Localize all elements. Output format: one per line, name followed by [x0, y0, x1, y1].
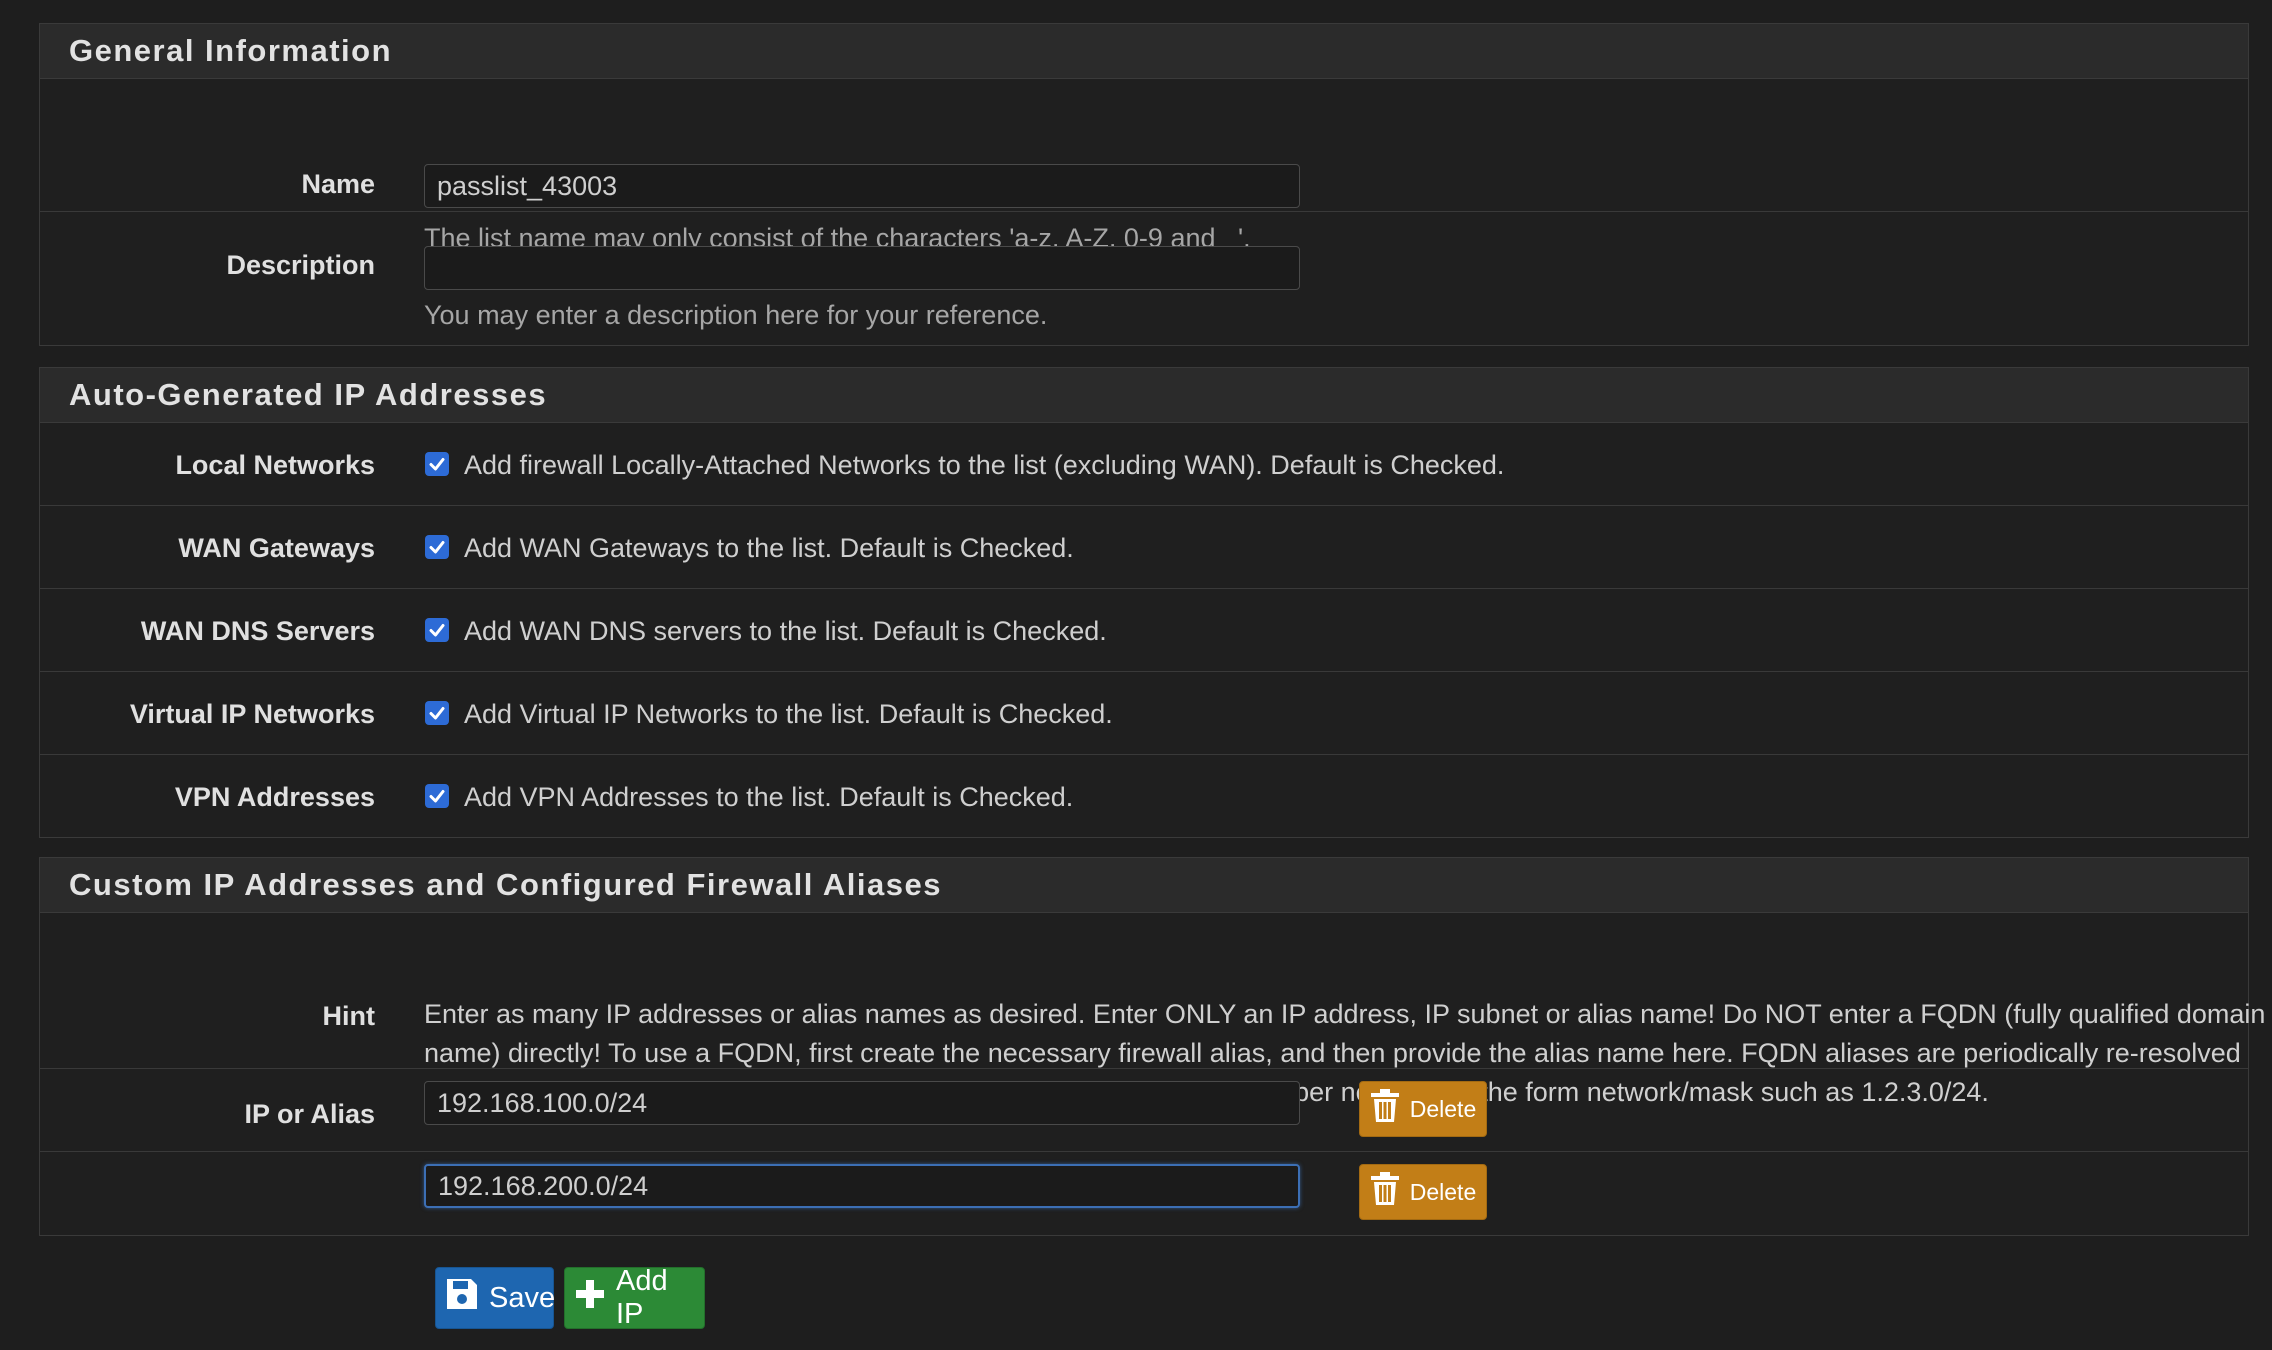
- panel-title-custom: Custom IP Addresses and Configured Firew…: [40, 858, 2248, 913]
- auto-row: Virtual IP Networks Add Virtual IP Networ…: [40, 672, 2248, 755]
- add-ip-button[interactable]: Add IP: [564, 1265, 705, 1330]
- hint-row: Hint Enter as many IP addresses or alias…: [40, 913, 2265, 1107]
- auto-generated-panel: Auto-Generated IP Addresses Local Networ…: [39, 367, 2249, 838]
- auto-row-label: Virtual IP Networks: [129, 699, 375, 729]
- description-input[interactable]: [424, 246, 1300, 290]
- check-icon: [428, 455, 446, 473]
- delete-button-label: Delete: [1409, 1178, 1477, 1205]
- delete-button-1[interactable]: Delete: [1359, 1081, 1487, 1137]
- check-icon: [428, 704, 446, 722]
- ip-entry-row-2: Delete: [40, 1152, 2248, 1234]
- auto-row-label: WAN DNS Servers: [140, 616, 375, 646]
- auto-row: Local Networks Add firewall Locally-Attac…: [40, 423, 2248, 506]
- ip-entry-row-1: IP or Alias Delete: [40, 1069, 2248, 1152]
- description-help-text: You may enter a description here for you…: [424, 300, 1048, 330]
- check-icon: [428, 621, 446, 639]
- auto-row: WAN Gateways Add WAN Gateways to the list…: [40, 506, 2248, 589]
- description-row: Description You may enter a description …: [40, 212, 2248, 345]
- trash-icon: [1370, 1089, 1400, 1129]
- auto-checkbox[interactable]: [425, 701, 449, 725]
- auto-rows: Local Networks Add firewall Locally-Attac…: [40, 423, 2248, 837]
- hint-label: Hint: [322, 1001, 375, 1031]
- auto-row: WAN DNS Servers Add WAN DNS servers to th…: [40, 589, 2248, 672]
- ip-alias-input-1[interactable]: [424, 1081, 1300, 1125]
- auto-row: VPN Addresses Add VPN Addresses to the li…: [40, 755, 2248, 837]
- auto-checkbox-text: Add Virtual IP Networks to the list. Def…: [464, 699, 1113, 729]
- add-ip-button-label: Add IP: [616, 1265, 668, 1330]
- custom-ip-panel: Custom IP Addresses and Configured Firew…: [39, 857, 2265, 1236]
- general-information-panel: General Information Name The list name m…: [39, 23, 2249, 346]
- auto-row-label: Local Networks: [175, 450, 375, 480]
- check-icon: [428, 787, 446, 805]
- description-label: Description: [226, 250, 375, 280]
- save-button[interactable]: Save: [435, 1267, 556, 1329]
- panel-title-general: General Information: [40, 24, 2248, 79]
- delete-button-label: Delete: [1409, 1095, 1477, 1122]
- auto-checkbox-text: Add VPN Addresses to the list. Default i…: [464, 782, 1074, 812]
- page: General Information Name The list name m…: [0, 0, 2272, 1350]
- name-row: Name The list name may only consist of t…: [40, 79, 2248, 253]
- floppy-disk-icon: [445, 1277, 479, 1319]
- auto-checkbox-text: Add firewall Locally-Attached Networks t…: [464, 450, 1505, 480]
- auto-checkbox-text: Add WAN DNS servers to the list. Default…: [464, 616, 1107, 646]
- delete-button-2[interactable]: Delete: [1359, 1164, 1487, 1220]
- plus-icon: [574, 1278, 606, 1318]
- auto-checkbox[interactable]: [425, 618, 449, 642]
- panel-title-auto: Auto-Generated IP Addresses: [40, 368, 2248, 423]
- ip-or-alias-label: IP or Alias: [244, 1099, 375, 1129]
- name-label: Name: [301, 169, 375, 199]
- save-button-label: Save: [489, 1281, 556, 1314]
- ip-alias-input-2[interactable]: [424, 1164, 1300, 1208]
- auto-checkbox-text: Add WAN Gateways to the list. Default is…: [464, 533, 1074, 563]
- auto-checkbox[interactable]: [425, 535, 449, 559]
- auto-checkbox[interactable]: [425, 452, 449, 476]
- trash-icon: [1370, 1172, 1400, 1212]
- auto-row-label: WAN Gateways: [178, 533, 375, 563]
- name-input[interactable]: [424, 164, 1300, 208]
- auto-row-label: VPN Addresses: [174, 782, 375, 812]
- auto-checkbox[interactable]: [425, 784, 449, 808]
- check-icon: [428, 538, 446, 556]
